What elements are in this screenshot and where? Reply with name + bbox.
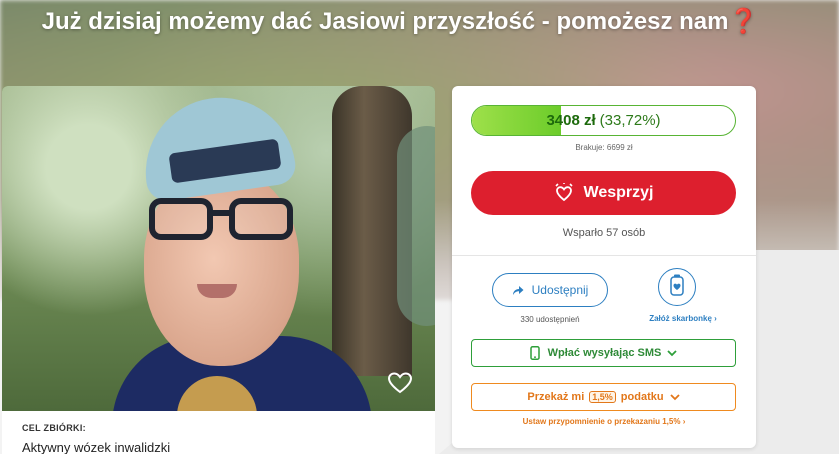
goal-value: Aktywny wózek inwalidzki (22, 440, 171, 454)
donation-panel: 3408 zł (33,72%) Brakuje: 6699 zł Wesprz… (452, 86, 756, 448)
sms-donate-button[interactable]: Wpłać wysyłając SMS (471, 339, 736, 367)
piggy-bank-button[interactable] (658, 268, 696, 306)
collected-percent: (33,72%) (599, 112, 661, 129)
question-mark-emoji: ❓ (728, 8, 759, 35)
heart-hand-icon (554, 183, 574, 203)
goal-label: CEL ZBIÓRKI: (22, 423, 86, 433)
progress-bar: 3408 zł (33,72%) (471, 105, 736, 136)
phone-icon (529, 346, 540, 360)
chevron-right-icon: › (682, 417, 686, 426)
page-title: Już dzisiaj możemy dać Jasiowi przyszłoś… (40, 6, 760, 38)
goal-box: CEL ZBIÓRKI: Aktywny wózek inwalidzki (2, 411, 435, 454)
supporters-count: Wsparło 57 osób (562, 227, 646, 239)
tax-label-after: podatku (620, 391, 664, 403)
create-piggy-bank-link[interactable]: Załóż skarbonkę › (628, 314, 738, 323)
chevron-down-icon (667, 349, 677, 357)
sms-label: Wpłać wysyłając SMS (547, 347, 662, 359)
chevron-down-icon (669, 393, 680, 401)
chevron-right-icon: › (714, 314, 717, 323)
share-count: 330 udostępnień (520, 315, 580, 324)
tax-percent-badge: 1,5% (589, 391, 616, 403)
tax-label-before: Przekaż mi (527, 391, 585, 403)
divider (452, 255, 756, 256)
share-button[interactable]: Udostępnij (492, 273, 608, 307)
fundraiser-photo (2, 86, 435, 411)
missing-amount: Brakuje: 6699 zł (575, 143, 633, 152)
share-label: Udostępnij (531, 283, 589, 297)
collected-amount: 3408 zł (546, 112, 596, 129)
favorite-heart-icon[interactable] (386, 369, 414, 397)
page-title-text: Już dzisiaj możemy dać Jasiowi przyszłoś… (41, 8, 729, 35)
donate-button[interactable]: Wesprzyj (471, 171, 736, 215)
donate-label: Wesprzyj (583, 184, 654, 201)
piggy-bank-icon (669, 273, 685, 302)
tax-donate-button[interactable]: Przekaż mi 1,5% podatku (471, 383, 736, 411)
share-arrow-icon (512, 285, 524, 296)
tax-reminder-link[interactable]: Ustaw przypomnienie o przekazaniu 1,5% › (452, 417, 756, 426)
